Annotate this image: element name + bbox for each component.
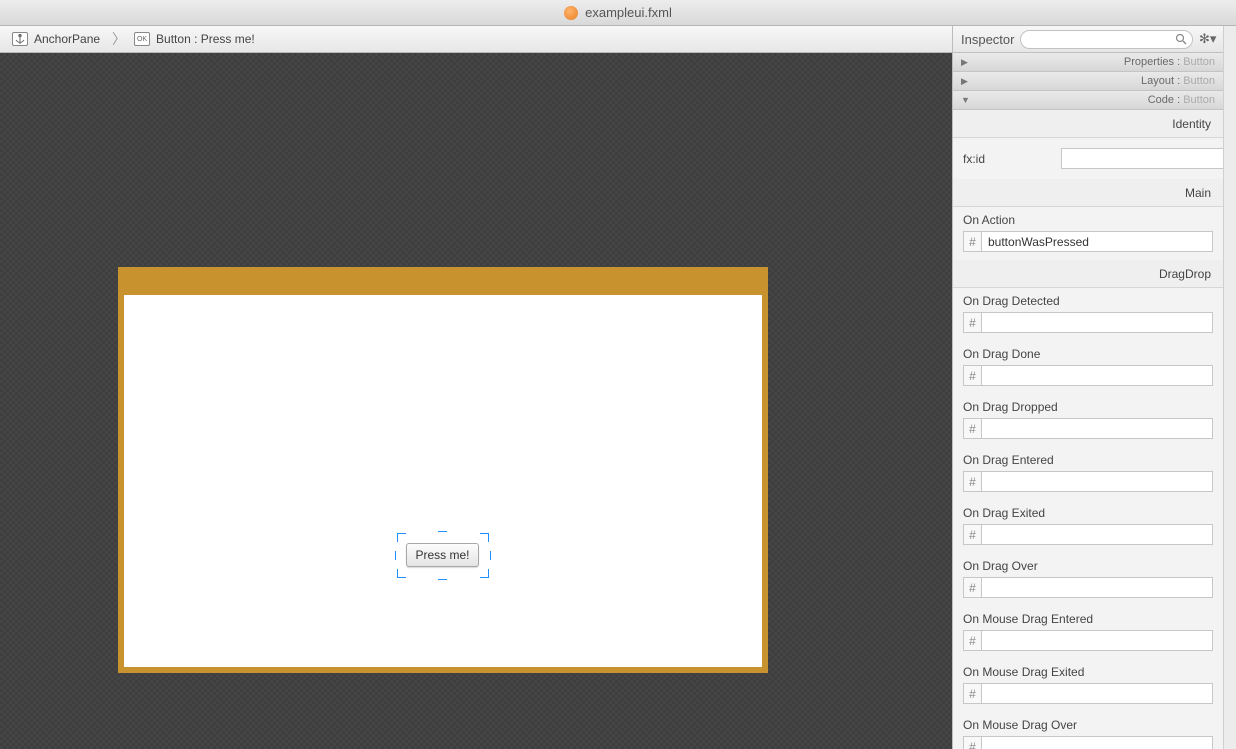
breadcrumb-anchorpane[interactable]: AnchorPane <box>6 26 110 52</box>
hash-icon: # <box>963 312 981 333</box>
resize-handle-ne[interactable] <box>480 533 489 542</box>
section-dragdrop: DragDrop <box>953 260 1223 288</box>
search-icon <box>1175 33 1187 48</box>
onaction-label: On Action <box>963 213 1015 227</box>
row-onmousedragover: On Mouse Drag Over # <box>953 712 1223 749</box>
onmousedragexited-label: On Mouse Drag Exited <box>963 665 1084 679</box>
ondragdone-label: On Drag Done <box>963 347 1040 361</box>
ondragdone-input[interactable] <box>981 365 1213 386</box>
inspector-header: Inspector ✻▾ <box>953 26 1223 53</box>
breadcrumb: AnchorPane 〉 Button : Press me! <box>0 26 952 53</box>
hash-icon: # <box>963 471 981 492</box>
accordion-properties-suffix: Button <box>1183 56 1215 68</box>
onmousedragover-input[interactable] <box>981 736 1213 749</box>
hash-icon: # <box>963 683 981 704</box>
resize-handle-n[interactable] <box>438 531 447 538</box>
window-title: exampleui.fxml <box>585 5 672 20</box>
hash-icon: # <box>963 231 981 252</box>
ondragdetected-label: On Drag Detected <box>963 294 1060 308</box>
search-input[interactable] <box>1020 30 1193 49</box>
row-ondragdropped: On Drag Dropped # <box>953 394 1223 447</box>
inspector-panel: Inspector ✻▾ ▶ Properties : Button ▶ <box>952 26 1223 749</box>
accordion-code[interactable]: ▼ Code : Button <box>953 91 1223 110</box>
row-onaction: On Action # <box>953 207 1223 260</box>
row-ondragdone: On Drag Done # <box>953 341 1223 394</box>
fxid-label: fx:id <box>963 152 1051 166</box>
window-titlebar: exampleui.fxml <box>0 0 1236 26</box>
accordion-code-suffix: Button <box>1183 94 1215 106</box>
resize-handle-e[interactable] <box>484 551 491 560</box>
accordion-properties-label: Properties <box>1124 56 1174 68</box>
breadcrumb-seg2-label: Button : Press me! <box>156 32 255 46</box>
anchorpane-icon <box>12 32 28 46</box>
button-icon <box>134 32 150 46</box>
chevron-right-icon: ▶ <box>961 76 971 87</box>
accordion-layout-suffix: Button <box>1183 75 1215 87</box>
anchorpane-preview[interactable] <box>124 295 762 667</box>
scrollbar-gutter[interactable] <box>1223 26 1236 749</box>
gear-icon[interactable]: ✻▾ <box>1199 31 1215 47</box>
onaction-input[interactable] <box>981 231 1213 252</box>
row-ondragentered: On Drag Entered # <box>953 447 1223 500</box>
chevron-right-icon: ▶ <box>961 57 971 68</box>
chevron-right-icon: 〉 <box>110 29 128 49</box>
resize-handle-nw[interactable] <box>397 533 406 542</box>
press-me-button[interactable]: Press me! <box>406 543 479 567</box>
resize-handle-s[interactable] <box>438 573 447 580</box>
onmousedragexited-input[interactable] <box>981 683 1213 704</box>
fxid-input[interactable] <box>1061 148 1223 169</box>
resize-handle-w[interactable] <box>395 551 402 560</box>
design-canvas[interactable]: File Edit Help Press me! <box>0 53 952 749</box>
ondragexited-input[interactable] <box>981 524 1213 545</box>
onmousedragentered-input[interactable] <box>981 630 1213 651</box>
hash-icon: # <box>963 630 981 651</box>
row-ondragdetected: On Drag Detected # <box>953 288 1223 341</box>
hash-icon: # <box>963 418 981 439</box>
inspector-search[interactable] <box>1020 30 1193 49</box>
hash-icon: # <box>963 577 981 598</box>
accordion-layout[interactable]: ▶ Layout : Button <box>953 72 1223 91</box>
section-identity: Identity <box>953 110 1223 138</box>
ondragentered-input[interactable] <box>981 471 1213 492</box>
ondragentered-label: On Drag Entered <box>963 453 1054 467</box>
hash-icon: # <box>963 524 981 545</box>
section-main: Main <box>953 179 1223 207</box>
row-fxid: fx:id <box>953 138 1223 179</box>
ondragover-input[interactable] <box>981 577 1213 598</box>
ondragdropped-label: On Drag Dropped <box>963 400 1058 414</box>
ondragdropped-input[interactable] <box>981 418 1213 439</box>
ondragover-label: On Drag Over <box>963 559 1038 573</box>
press-me-label: Press me! <box>415 548 469 562</box>
document-icon <box>564 6 578 20</box>
hash-icon: # <box>963 365 981 386</box>
resize-handle-sw[interactable] <box>397 569 406 578</box>
onmousedragentered-label: On Mouse Drag Entered <box>963 612 1093 626</box>
chevron-down-icon: ▼ <box>961 95 971 105</box>
hash-icon: # <box>963 736 981 749</box>
design-area: AnchorPane 〉 Button : Press me! File Edi… <box>0 26 952 749</box>
row-ondragover: On Drag Over # <box>953 553 1223 606</box>
ondragexited-label: On Drag Exited <box>963 506 1045 520</box>
row-onmousedragentered: On Mouse Drag Entered # <box>953 606 1223 659</box>
onmousedragover-label: On Mouse Drag Over <box>963 718 1077 732</box>
row-ondragexited: On Drag Exited # <box>953 500 1223 553</box>
accordion-properties[interactable]: ▶ Properties : Button <box>953 53 1223 72</box>
accordion-layout-label: Layout <box>1141 75 1174 87</box>
ondragdetected-input[interactable] <box>981 312 1213 333</box>
code-panel-body[interactable]: Identity fx:id Main On Action # <box>953 110 1223 749</box>
inspector-title: Inspector <box>961 32 1014 47</box>
accordion-code-label: Code <box>1148 94 1174 106</box>
breadcrumb-seg1-label: AnchorPane <box>34 32 100 46</box>
breadcrumb-button[interactable]: Button : Press me! <box>128 26 265 52</box>
resize-handle-se[interactable] <box>480 569 489 578</box>
row-onmousedragexited: On Mouse Drag Exited # <box>953 659 1223 712</box>
